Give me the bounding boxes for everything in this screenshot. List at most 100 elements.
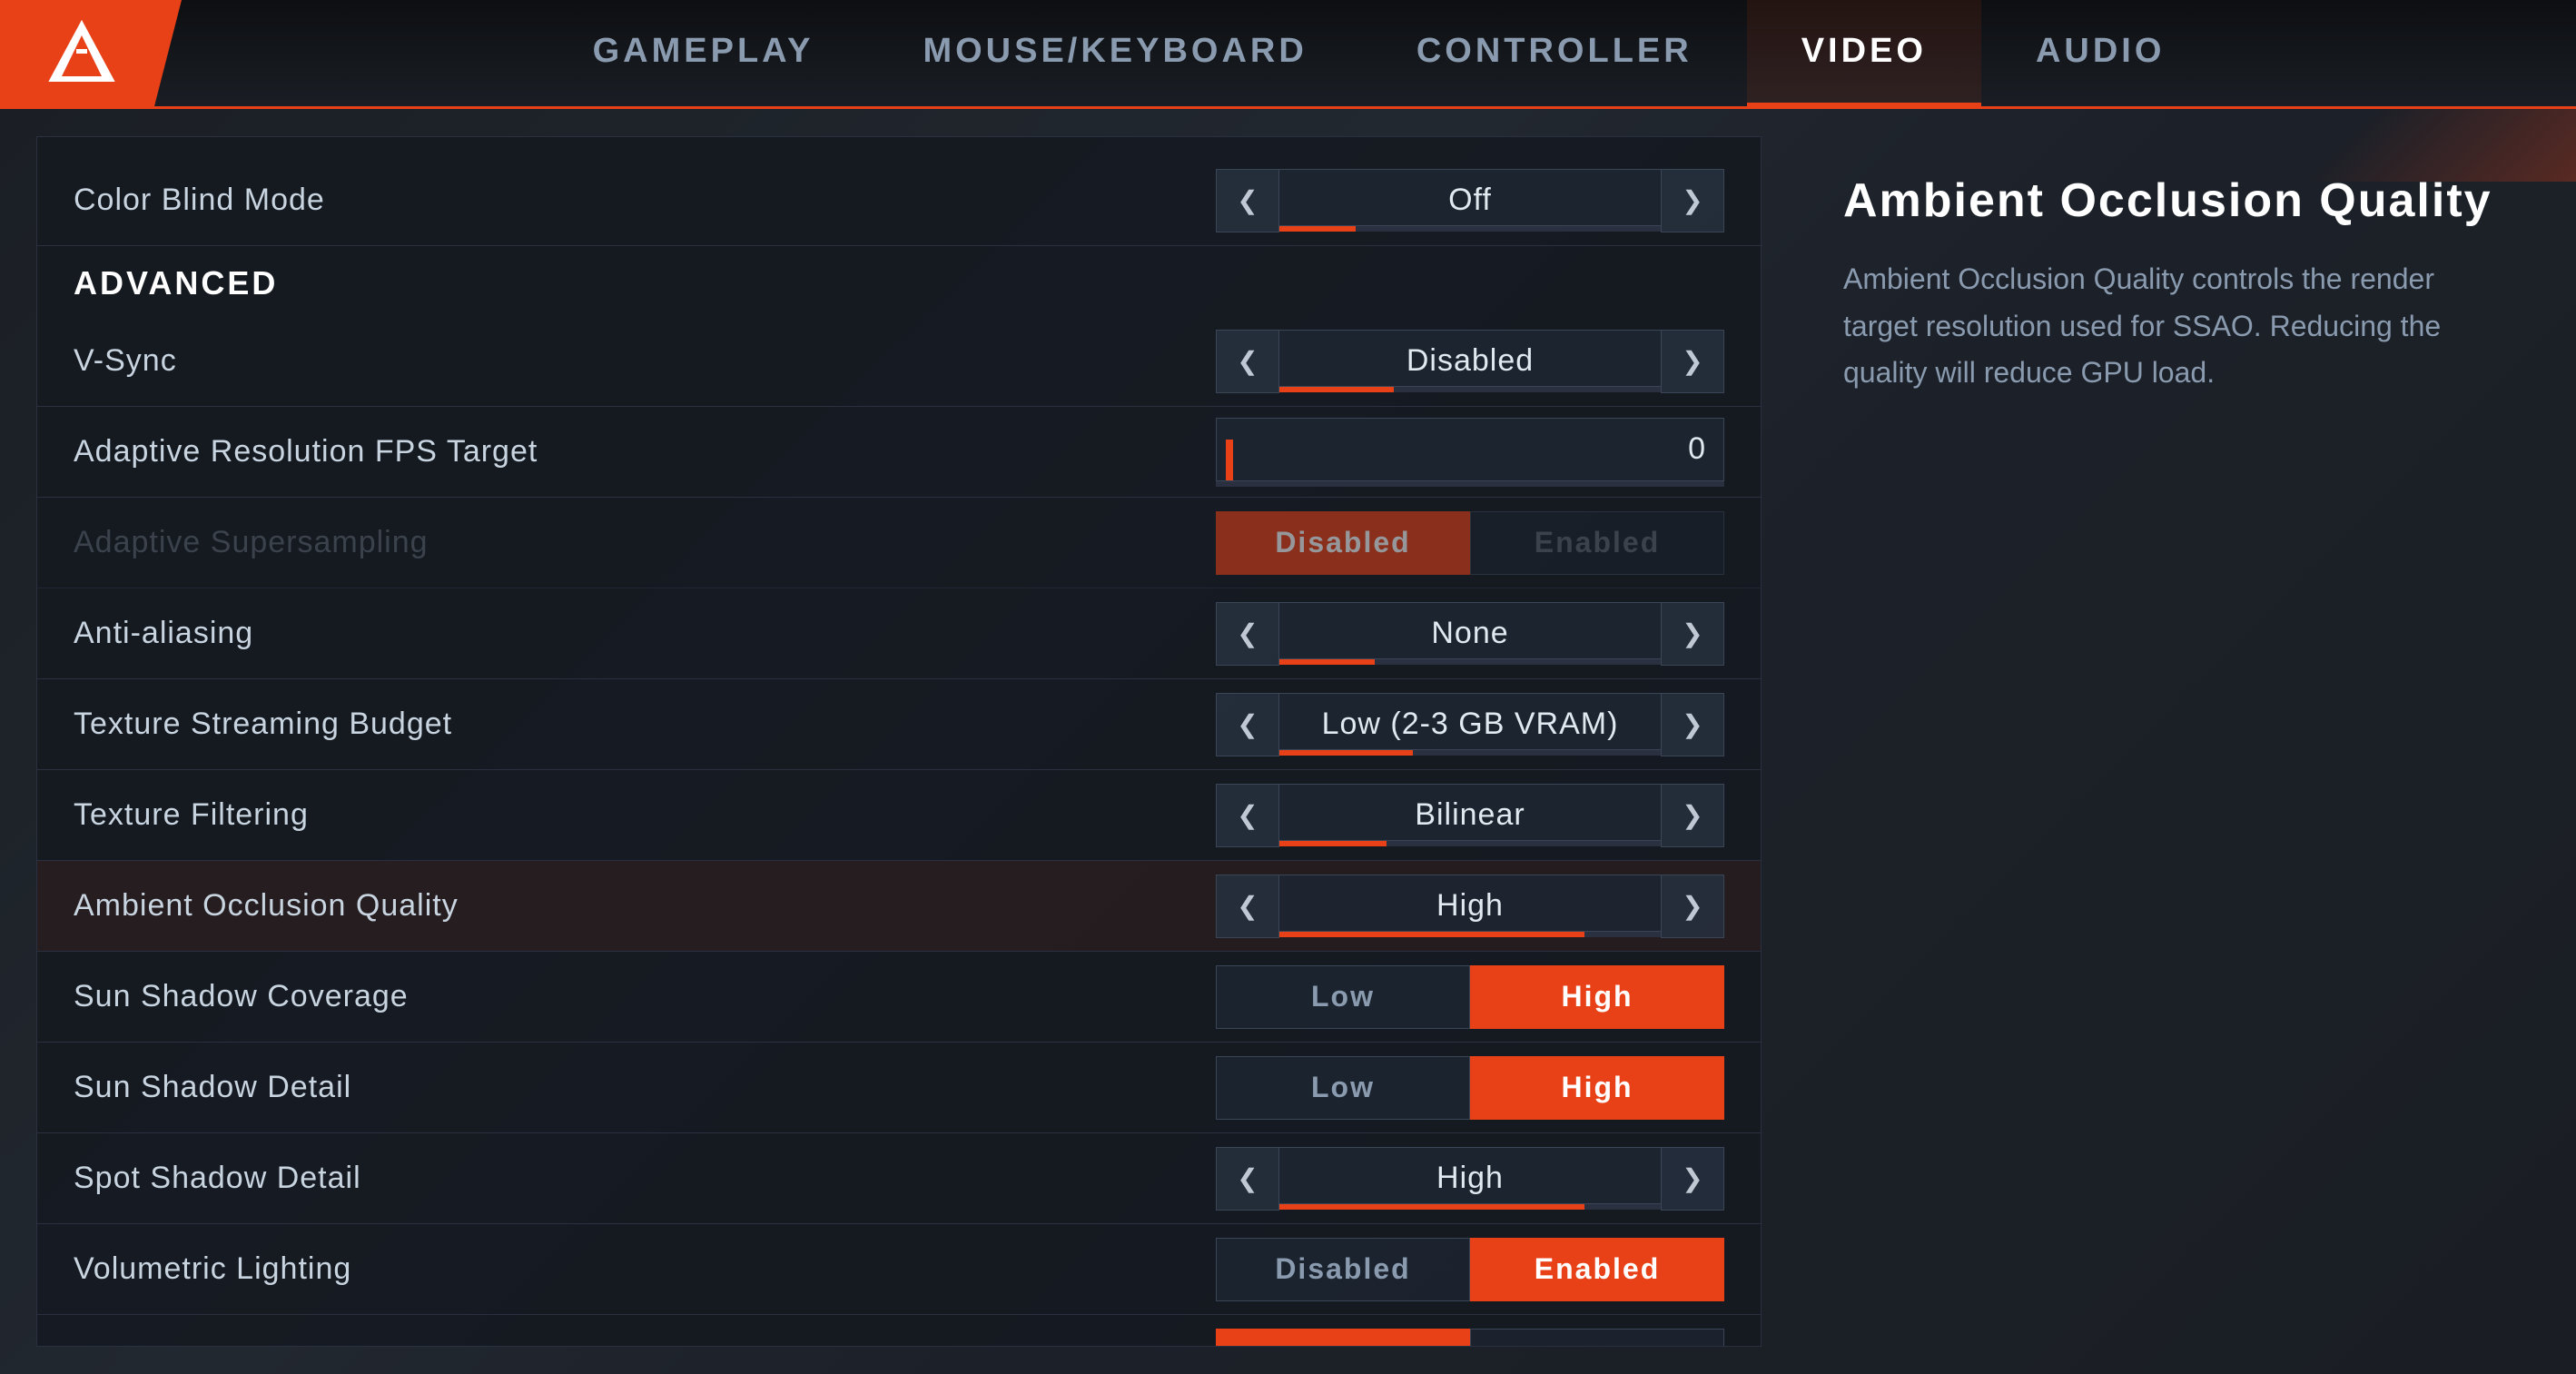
setting-label-texture_streaming: Texture Streaming Budget	[74, 707, 1198, 742]
selector-bar-texture_streaming	[1279, 750, 1661, 756]
selector-bar-fill-vsync	[1279, 387, 1394, 392]
toggle-btn2-dynamic_spot_shadows[interactable]: Enabled	[1470, 1329, 1724, 1348]
setting-row-texture_filtering: Texture Filtering ❮Bilinear❯	[37, 770, 1761, 861]
setting-label-vsync: V-Sync	[74, 343, 1198, 379]
setting-label-texture_filtering: Texture Filtering	[74, 797, 1198, 833]
next-btn-texture_streaming[interactable]: ❯	[1661, 693, 1724, 756]
advanced-section-label: ADVANCED	[74, 264, 278, 301]
setting-label-sun_shadow_detail: Sun Shadow Detail	[74, 1070, 1198, 1105]
numeric-wrap-adaptive_res[interactable]: 0	[1216, 418, 1724, 487]
arrow-selector-vsync[interactable]: ❮Disabled❯	[1216, 330, 1724, 393]
color-blind-mode-label: Color Blind Mode	[74, 183, 1198, 218]
value-wrap-anti_aliasing: None	[1279, 602, 1661, 665]
setting-label-ambient_occlusion: Ambient Occlusion Quality	[74, 888, 1198, 924]
toggle-btn1-adaptive_super[interactable]: Disabled	[1216, 511, 1470, 575]
nav-tab-video[interactable]: VIDEO	[1747, 0, 1981, 106]
selector-bar-fill-anti_aliasing	[1279, 659, 1375, 665]
numeric-input-adaptive_res[interactable]: 0	[1216, 418, 1724, 481]
settings-panel[interactable]: Color Blind Mode ❮ Off ❯ ADVANCED V-Sync…	[36, 136, 1762, 1347]
toggle-btn2-sun_shadow_detail[interactable]: High	[1470, 1056, 1724, 1120]
setting-label-sun_shadow_coverage: Sun Shadow Coverage	[74, 979, 1198, 1014]
value-wrap-texture_streaming: Low (2-3 GB VRAM)	[1279, 693, 1661, 756]
toggle-pair-adaptive_super[interactable]: DisabledEnabled	[1216, 511, 1724, 575]
nav-tabs: GAMEPLAYMOUSE/KEYBOARDCONTROLLERVIDEOAUD…	[182, 0, 2576, 106]
color-blind-value: Off	[1279, 169, 1661, 226]
selector-bar-spot_shadow_detail	[1279, 1204, 1661, 1210]
toggle-btn2-volumetric_lighting[interactable]: Enabled	[1470, 1238, 1724, 1301]
nav-tab-audio[interactable]: AUDIO	[1981, 0, 2219, 106]
advanced-section-header-row: ADVANCED	[37, 246, 1761, 316]
toggle-pair-dynamic_spot_shadows[interactable]: DisabledEnabled	[1216, 1329, 1724, 1348]
toggle-btn1-dynamic_spot_shadows[interactable]: Disabled	[1216, 1329, 1470, 1348]
apex-logo	[45, 17, 118, 90]
next-btn-texture_filtering[interactable]: ❯	[1661, 784, 1724, 847]
next-btn-anti_aliasing[interactable]: ❯	[1661, 602, 1724, 666]
toggle-btn2-adaptive_super[interactable]: Enabled	[1470, 511, 1724, 575]
selector-bar-ambient_occlusion	[1279, 932, 1661, 937]
arrow-selector-spot_shadow_detail[interactable]: ❮High❯	[1216, 1147, 1724, 1211]
nav-tab-mouse_keyboard[interactable]: MOUSE/KEYBOARD	[868, 0, 1361, 106]
main-content: Color Blind Mode ❮ Off ❯ ADVANCED V-Sync…	[0, 109, 2576, 1374]
selector-value-ambient_occlusion: High	[1279, 875, 1661, 932]
color-blind-bar	[1279, 226, 1661, 232]
selector-bar-fill-texture_streaming	[1279, 750, 1413, 756]
setting-row-adaptive_super: Adaptive SupersamplingDisabledEnabled	[37, 498, 1761, 588]
selector-value-vsync: Disabled	[1279, 330, 1661, 387]
color-blind-next-btn[interactable]: ❯	[1661, 169, 1724, 232]
selector-value-texture_streaming: Low (2-3 GB VRAM)	[1279, 693, 1661, 750]
setting-row-anti_aliasing: Anti-aliasing ❮None❯	[37, 588, 1761, 679]
color-blind-prev-btn[interactable]: ❮	[1216, 169, 1279, 232]
toggle-pair-sun_shadow_detail[interactable]: LowHigh	[1216, 1056, 1724, 1120]
header: GAMEPLAYMOUSE/KEYBOARDCONTROLLERVIDEOAUD…	[0, 0, 2576, 109]
arrow-selector-ambient_occlusion[interactable]: ❮High❯	[1216, 875, 1724, 938]
next-btn-spot_shadow_detail[interactable]: ❯	[1661, 1147, 1724, 1211]
setting-row-vsync: V-Sync ❮Disabled❯	[37, 316, 1761, 407]
setting-label-adaptive_res: Adaptive Resolution FPS Target	[74, 434, 1198, 470]
info-panel-description: Ambient Occlusion Quality controls the r…	[1843, 256, 2494, 396]
prev-btn-anti_aliasing[interactable]: ❮	[1216, 602, 1279, 666]
selector-value-anti_aliasing: None	[1279, 602, 1661, 659]
logo-area	[0, 0, 182, 106]
selector-bar-vsync	[1279, 387, 1661, 392]
toggle-pair-volumetric_lighting[interactable]: DisabledEnabled	[1216, 1238, 1724, 1301]
selector-bar-texture_filtering	[1279, 841, 1661, 846]
setting-row-sun_shadow_detail: Sun Shadow Detail LowHigh	[37, 1043, 1761, 1133]
setting-row-spot_shadow_detail: Spot Shadow Detail ❮High❯	[37, 1133, 1761, 1224]
setting-row-sun_shadow_coverage: Sun Shadow Coverage LowHigh	[37, 952, 1761, 1043]
color-blind-bar-fill	[1279, 226, 1356, 232]
numeric-bar-line-adaptive_res	[1226, 440, 1233, 480]
toggle-btn1-sun_shadow_coverage[interactable]: Low	[1216, 965, 1470, 1029]
nav-tab-gameplay[interactable]: GAMEPLAY	[538, 0, 869, 106]
setting-row-ambient_occlusion: Ambient Occlusion Quality ❮High❯	[37, 861, 1761, 952]
setting-label-anti_aliasing: Anti-aliasing	[74, 616, 1198, 651]
prev-btn-vsync[interactable]: ❮	[1216, 330, 1279, 393]
nav-tab-controller[interactable]: CONTROLLER	[1362, 0, 1747, 106]
toggle-btn1-volumetric_lighting[interactable]: Disabled	[1216, 1238, 1470, 1301]
prev-btn-spot_shadow_detail[interactable]: ❮	[1216, 1147, 1279, 1211]
numeric-value-adaptive_res: 0	[1217, 431, 1723, 467]
setting-label-spot_shadow_detail: Spot Shadow Detail	[74, 1161, 1198, 1196]
selector-bar-fill-spot_shadow_detail	[1279, 1204, 1584, 1210]
arrow-selector-texture_streaming[interactable]: ❮Low (2-3 GB VRAM)❯	[1216, 693, 1724, 756]
next-btn-ambient_occlusion[interactable]: ❯	[1661, 875, 1724, 938]
toggle-btn1-sun_shadow_detail[interactable]: Low	[1216, 1056, 1470, 1120]
color-blind-mode-selector[interactable]: ❮ Off ❯	[1216, 169, 1724, 232]
color-blind-mode-row: Color Blind Mode ❮ Off ❯	[37, 155, 1761, 246]
prev-btn-texture_filtering[interactable]: ❮	[1216, 784, 1279, 847]
selector-bar-fill-texture_filtering	[1279, 841, 1387, 846]
settings-rows-container: V-Sync❮Disabled❯Adaptive Resolution FPS …	[37, 316, 1761, 1347]
color-blind-value-wrap: Off	[1279, 169, 1661, 232]
prev-btn-texture_streaming[interactable]: ❮	[1216, 693, 1279, 756]
setting-row-adaptive_res: Adaptive Resolution FPS Target 0	[37, 407, 1761, 498]
toggle-btn2-sun_shadow_coverage[interactable]: High	[1470, 965, 1724, 1029]
numeric-bar-adaptive_res	[1216, 481, 1724, 487]
toggle-pair-sun_shadow_coverage[interactable]: LowHigh	[1216, 965, 1724, 1029]
next-btn-vsync[interactable]: ❯	[1661, 330, 1724, 393]
value-wrap-texture_filtering: Bilinear	[1279, 784, 1661, 846]
arrow-selector-anti_aliasing[interactable]: ❮None❯	[1216, 602, 1724, 666]
setting-label-dynamic_spot_shadows: Dynamic Spot Shadows	[74, 1342, 1198, 1347]
value-wrap-vsync: Disabled	[1279, 330, 1661, 392]
selector-value-spot_shadow_detail: High	[1279, 1147, 1661, 1204]
arrow-selector-texture_filtering[interactable]: ❮Bilinear❯	[1216, 784, 1724, 847]
prev-btn-ambient_occlusion[interactable]: ❮	[1216, 875, 1279, 938]
